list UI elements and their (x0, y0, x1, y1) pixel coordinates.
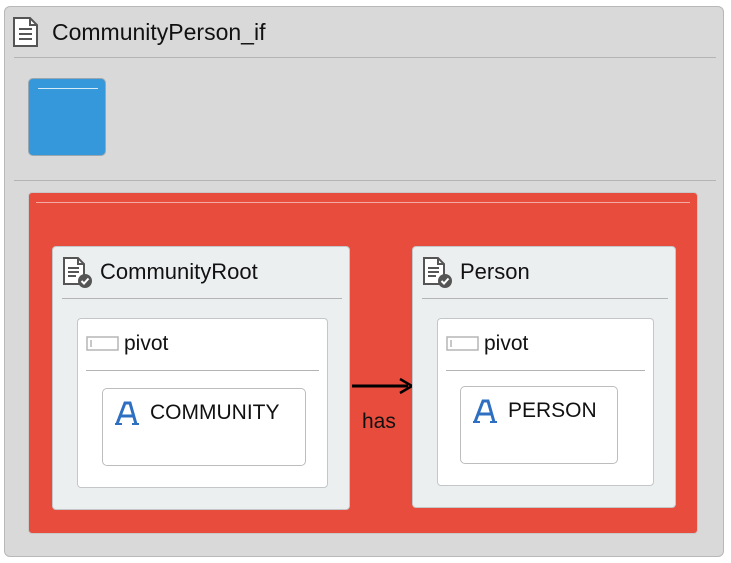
table-label: PERSON (508, 399, 597, 422)
pivot-field-icon (446, 336, 479, 351)
divider (86, 370, 319, 371)
pivot-label: pivot (124, 332, 169, 355)
table-a-icon (473, 399, 497, 423)
pivot-field-icon (86, 336, 119, 351)
table-label: COMMUNITY (150, 401, 280, 424)
entity-title: Person (460, 259, 530, 284)
entity-title: CommunityRoot (100, 259, 258, 284)
table-a-icon (115, 401, 139, 425)
divider (14, 180, 716, 181)
accent-block-line (38, 88, 98, 89)
document-check-icon (63, 257, 92, 288)
region-line (36, 202, 690, 203)
divider (446, 370, 645, 371)
document-icon (13, 17, 38, 47)
divider (62, 298, 342, 299)
relationship-label: has (362, 410, 396, 433)
relationship-arrow[interactable] (350, 376, 416, 396)
document-check-icon (423, 257, 452, 288)
pivot-label: pivot (484, 332, 529, 355)
divider (14, 57, 716, 58)
accent-block[interactable] (28, 78, 106, 156)
divider (422, 298, 668, 299)
container-title: CommunityPerson_if (52, 19, 266, 45)
